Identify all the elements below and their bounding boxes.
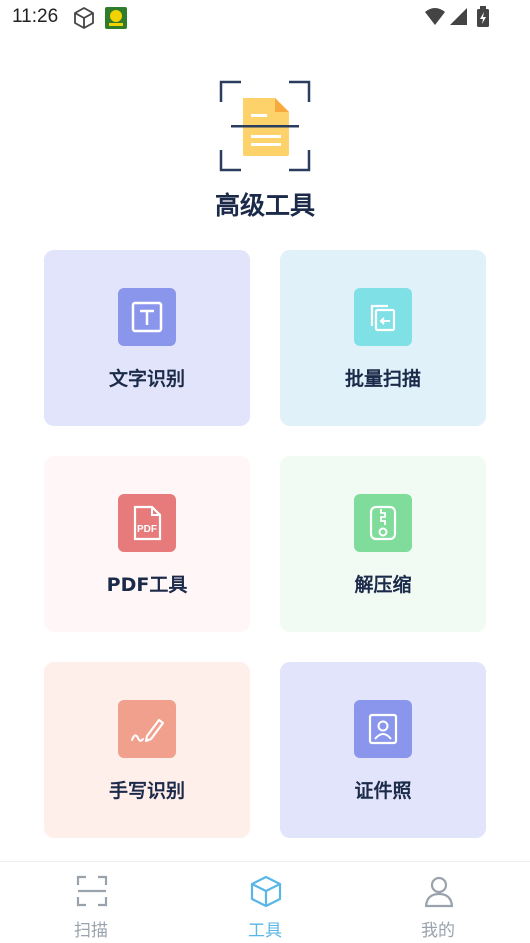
text-recognition-icon [118, 288, 176, 346]
status-bar: 11:26 [0, 0, 530, 36]
tool-card-handwriting[interactable]: 手写识别 [44, 662, 250, 838]
battery-charging-icon [476, 6, 490, 32]
tool-card-pdf[interactable]: PDF PDF工具 [44, 456, 250, 632]
nav-label: 扫描 [74, 921, 108, 941]
id-photo-icon [354, 700, 412, 758]
bottom-nav: 扫描 工具 我的 [0, 861, 530, 943]
tool-card-unzip[interactable]: 解压缩 [280, 456, 486, 632]
tool-card-label: 手写识别 [108, 780, 185, 802]
signal-icon [448, 6, 468, 32]
nav-item-scan[interactable]: 扫描 [3, 862, 179, 943]
app-badge-icon [104, 6, 128, 34]
tool-card-id-photo[interactable]: 证件照 [280, 662, 486, 838]
tool-card-label: PDF工具 [106, 574, 188, 596]
tool-card-label: 文字识别 [108, 368, 185, 390]
svg-text:PDF: PDF [137, 524, 157, 535]
handwriting-icon [118, 700, 176, 758]
tool-card-label: 证件照 [354, 780, 412, 802]
wifi-icon [424, 6, 446, 32]
user-icon [422, 874, 456, 908]
zip-icon [354, 494, 412, 552]
pdf-icon: PDF [118, 494, 176, 552]
tool-card-text-recognition[interactable]: 文字识别 [44, 250, 250, 426]
nav-label: 我的 [421, 921, 455, 941]
tool-card-label: 批量扫描 [344, 368, 421, 390]
status-time: 11:26 [12, 6, 59, 27]
tool-card-batch-scan[interactable]: 批量扫描 [280, 250, 486, 426]
nav-item-tools[interactable]: 工具 [177, 862, 353, 943]
nav-label: 工具 [248, 921, 282, 941]
batch-scan-icon [354, 288, 412, 346]
tool-card-label: 解压缩 [354, 574, 412, 596]
document-scan-icon [219, 80, 311, 172]
scan-icon [75, 874, 109, 908]
nav-item-mine[interactable]: 我的 [350, 862, 526, 943]
box-icon [249, 874, 283, 908]
cube-outline-icon [72, 6, 96, 34]
page-title: 高级工具 [214, 191, 315, 220]
